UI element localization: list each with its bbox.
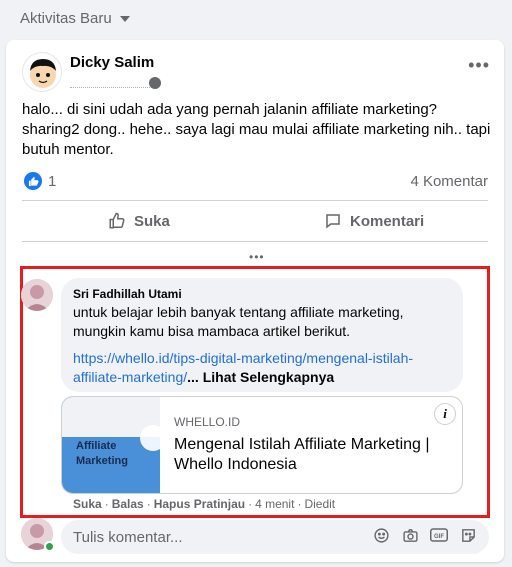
gif-icon[interactable]: GIF (430, 526, 448, 544)
commenter-name[interactable]: Sri Fadhillah Utami (73, 286, 451, 302)
comment-count[interactable]: 4 Komentar (410, 173, 488, 190)
section-header[interactable]: Aktivitas Baru (20, 8, 130, 28)
globe-icon (149, 77, 161, 89)
composer-tools: GIF (372, 526, 477, 544)
info-icon[interactable]: i (434, 403, 456, 425)
section-title: Aktivitas Baru (20, 9, 112, 27)
svg-text:GIF: GIF (434, 534, 444, 540)
link-preview-card[interactable]: Affiliate Marketing WHELLO.ID Mengenal I… (61, 396, 463, 494)
comment-time[interactable]: 4 menit (255, 497, 294, 511)
more-comments-icon[interactable]: ••• (249, 251, 265, 263)
comment-bubble: Sri Fadhillah Utami untuk belajar lebih … (61, 278, 463, 392)
like-button[interactable]: Suka (108, 203, 170, 239)
post-card: Dicky Salim ••• halo... di sini udah ada… (6, 40, 504, 562)
chevron-down-icon[interactable] (119, 16, 130, 22)
divider (22, 241, 488, 242)
camera-icon[interactable] (401, 526, 419, 544)
avatar[interactable] (22, 52, 62, 92)
preview-title[interactable]: Mengenal Istilah Affiliate Marketing | W… (174, 435, 454, 475)
remove-preview-link[interactable]: Hapus Pratinjau (154, 497, 245, 511)
comment-reply-link[interactable]: Balas (112, 497, 144, 511)
post-author[interactable]: Dicky Salim (70, 54, 154, 71)
post-text: halo... di sini udah ada yang pernah jal… (22, 101, 491, 158)
comment-edited[interactable]: Diedit (304, 497, 335, 511)
divider (22, 200, 488, 201)
preview-info: WHELLO.ID Mengenal Istilah Affiliate Mar… (174, 415, 454, 475)
preview-thumbnail: Affiliate Marketing (62, 397, 166, 493)
comment-icon (326, 214, 340, 229)
user-avatar[interactable] (21, 518, 55, 552)
like-reaction-icon[interactable] (24, 172, 42, 190)
like-label: Suka (134, 212, 170, 230)
comment-link-block: https://whello.id/tips-digital-marketing… (73, 349, 451, 387)
comment-actions: Suka · Balas · Hapus Pratinjau · 4 menit… (73, 497, 336, 511)
comment-button[interactable]: Komentari (324, 203, 424, 239)
thumbnail-caption: Affiliate Marketing (76, 440, 128, 467)
reaction-count[interactable]: 1 (48, 173, 56, 190)
comment-like-link[interactable]: Suka (73, 497, 102, 511)
post-timestamp[interactable] (70, 76, 154, 88)
globe-graphic-icon (140, 425, 166, 451)
emoji-icon[interactable] (372, 526, 390, 544)
preview-domain: WHELLO.ID (174, 415, 241, 429)
comment-text: untuk belajar lebih banyak tentang affil… (73, 304, 404, 339)
sticker-icon[interactable] (459, 526, 477, 544)
online-status-icon (44, 541, 55, 552)
thumbs-up-icon (109, 212, 125, 229)
more-options-icon[interactable]: ••• (468, 56, 490, 74)
see-more-link[interactable]: ... Lihat Selengkapnya (187, 369, 334, 385)
commenter-avatar[interactable] (21, 279, 53, 311)
comment-label: Komentari (350, 212, 425, 230)
